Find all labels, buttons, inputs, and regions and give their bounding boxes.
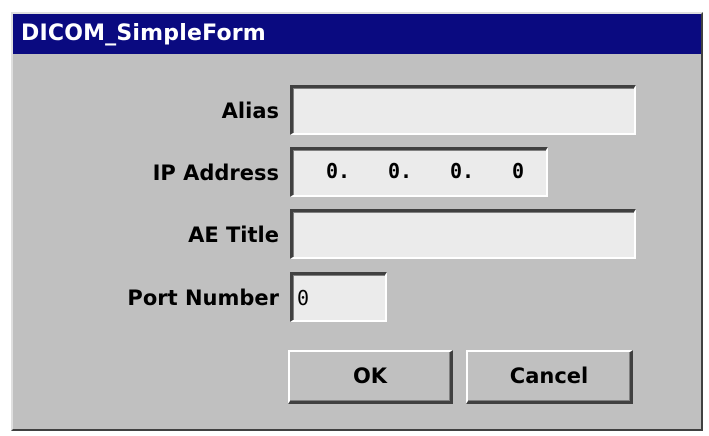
alias-input[interactable] xyxy=(290,85,636,135)
ok-button[interactable]: OK xyxy=(288,350,453,404)
ip-octet-3[interactable]: 0. xyxy=(450,159,474,183)
port-number-input[interactable] xyxy=(290,272,387,322)
dicom-dialog-window: DICOM_SimpleForm Alias IP Address 0. 0. … xyxy=(11,12,703,431)
ip-octet-2[interactable]: 0. xyxy=(388,159,412,183)
ip-octet-1[interactable]: 0. xyxy=(326,159,350,183)
alias-label: Alias xyxy=(221,99,279,123)
port-number-label: Port Number xyxy=(127,286,279,310)
ip-octet-4[interactable]: 0 xyxy=(512,159,524,183)
ip-address-input[interactable]: 0. 0. 0. 0 xyxy=(290,147,548,197)
window-title: DICOM_SimpleForm xyxy=(13,14,701,54)
ae-title-input[interactable] xyxy=(290,209,636,259)
ae-title-label: AE Title xyxy=(188,223,279,247)
cancel-button[interactable]: Cancel xyxy=(466,350,633,404)
ip-address-label: IP Address xyxy=(152,161,279,185)
